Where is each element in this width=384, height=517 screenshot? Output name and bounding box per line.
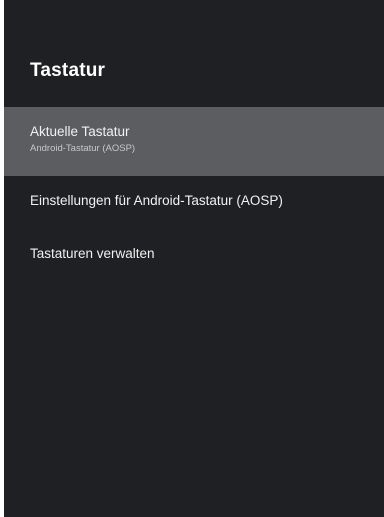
menu-item-manage-keyboards[interactable]: Tastaturen verwalten bbox=[4, 246, 384, 261]
menu-item-current-keyboard[interactable]: Aktuelle Tastatur Android-Tastatur (AOSP… bbox=[4, 107, 384, 176]
menu-item-label: Tastaturen verwalten bbox=[30, 246, 155, 261]
menu-item-keyboard-settings[interactable]: Einstellungen für Android-Tastatur (AOSP… bbox=[4, 193, 384, 208]
menu-item-sublabel: Android-Tastatur (AOSP) bbox=[30, 143, 136, 154]
menu-item-label: Aktuelle Tastatur bbox=[30, 124, 130, 139]
menu-item-label: Einstellungen für Android-Tastatur (AOSP… bbox=[30, 193, 283, 208]
page-title: Tastatur bbox=[30, 60, 106, 81]
settings-screen: Tastatur Aktuelle Tastatur Android-Tasta… bbox=[4, 0, 384, 517]
